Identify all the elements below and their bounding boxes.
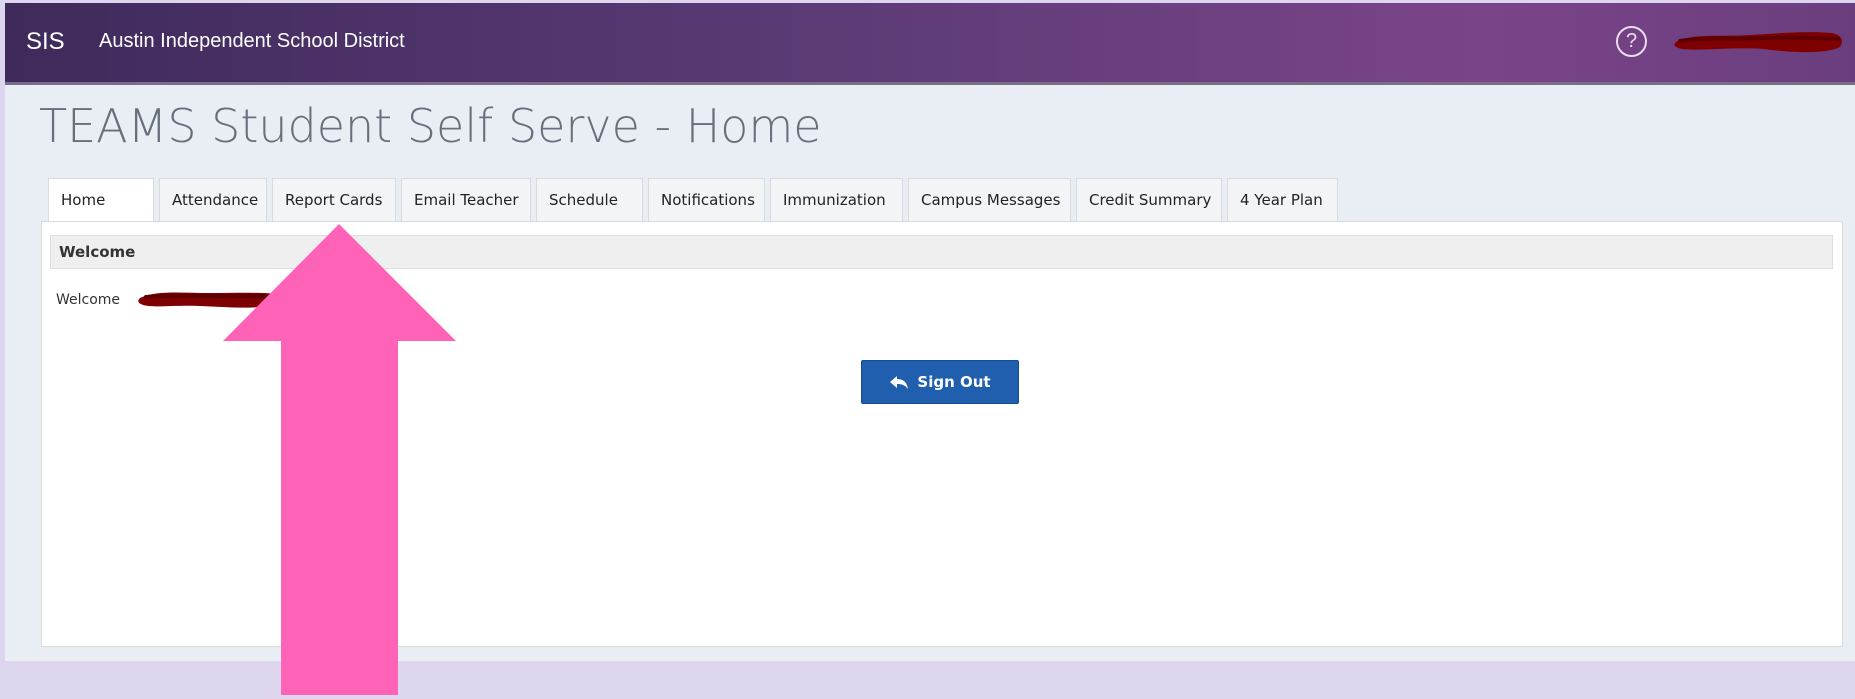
tab-campus-messages[interactable]: Campus Messages — [908, 178, 1071, 221]
tab-notifications[interactable]: Notifications — [648, 178, 765, 221]
welcome-name-redaction — [138, 292, 285, 308]
page-title: TEAMS Student Self Serve - Home — [39, 99, 822, 153]
help-icon[interactable]: ? — [1616, 26, 1647, 57]
app-window: SIS Austin Independent School District ?… — [5, 3, 1855, 661]
district-name: Austin Independent School District — [99, 30, 405, 52]
tab-attendance[interactable]: Attendance — [159, 178, 267, 221]
tab-schedule[interactable]: Schedule — [536, 178, 643, 221]
reply-arrow-icon — [890, 376, 909, 389]
tab-4-year-plan[interactable]: 4 Year Plan — [1227, 178, 1338, 221]
welcome-section-header: Welcome — [50, 235, 1833, 269]
user-name-redaction[interactable] — [1672, 27, 1847, 57]
sign-out-label: Sign Out — [917, 373, 991, 391]
sign-out-button[interactable]: Sign Out — [861, 360, 1019, 404]
tab-immunization[interactable]: Immunization — [770, 178, 903, 221]
tab-email-teacher[interactable]: Email Teacher — [401, 178, 531, 221]
tab-home[interactable]: Home — [48, 178, 154, 221]
sis-logo[interactable]: SIS — [26, 28, 65, 56]
tab-report-cards[interactable]: Report Cards — [272, 178, 396, 221]
top-navigation-bar: SIS Austin Independent School District ? — [5, 3, 1855, 85]
tab-bar: Home Attendance Report Cards Email Teach… — [48, 178, 1338, 222]
home-content-panel: Welcome Welcome Sign Out — [41, 221, 1843, 647]
tab-credit-summary[interactable]: Credit Summary — [1076, 178, 1222, 221]
welcome-message: Welcome — [56, 292, 121, 308]
